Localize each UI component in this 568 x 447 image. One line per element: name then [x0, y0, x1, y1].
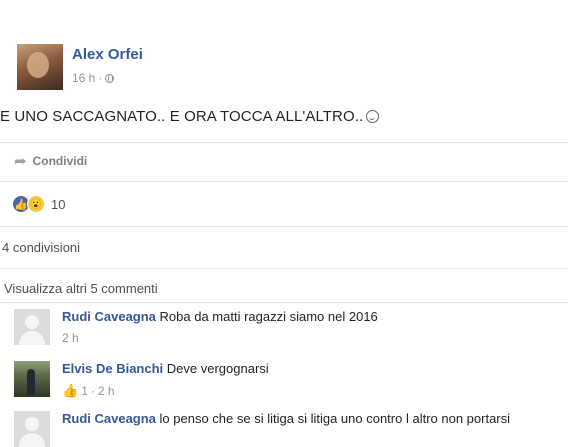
share-label: Condividi: [32, 154, 88, 168]
facebook-post: Alex Orfei 16 h · E UNO SACCAGNATO.. E O…: [0, 0, 568, 447]
post-text-content: E UNO SACCAGNATO.. E ORA TOCCA ALL'ALTRO…: [0, 108, 364, 125]
comment-text: Roba da matti ragazzi siamo nel 2016: [159, 309, 378, 324]
comment-author[interactable]: Elvis De Bianchi: [62, 361, 163, 376]
comment-line: Elvis De Bianchi Deve vergognarsi: [62, 361, 269, 376]
reactions-summary[interactable]: 👍 😮 10: [12, 195, 65, 213]
comment-meta: 👍 1 · 2 h: [62, 383, 115, 399]
post-time[interactable]: 16 h: [72, 71, 95, 85]
comment: Rudi Caveagna lo penso che se si litiga …: [14, 411, 568, 447]
post-meta: 16 h ·: [72, 71, 115, 85]
divider: [0, 142, 568, 143]
comment-like-count[interactable]: 1: [81, 384, 88, 398]
comment-meta: 2 h: [62, 331, 79, 345]
comment-text: Deve vergognarsi: [166, 361, 269, 376]
commenter-avatar[interactable]: [14, 361, 50, 397]
meta-separator: ·: [90, 384, 95, 398]
divider: [0, 226, 568, 227]
shares-count[interactable]: 4 condivisioni: [2, 240, 80, 255]
commenter-avatar[interactable]: [14, 411, 50, 447]
wow-icon: 😮: [27, 195, 45, 213]
divider: [0, 302, 568, 303]
view-more-comments-link[interactable]: Visualizza altri 5 commenti: [4, 281, 158, 296]
meta-separator: ·: [98, 71, 103, 85]
comment-line: Rudi Caveagna Roba da matti ragazzi siam…: [62, 309, 378, 324]
like-icon: 👍: [62, 383, 79, 398]
reaction-count: 10: [51, 196, 66, 212]
comment: Rudi Caveagna Roba da matti ragazzi siam…: [14, 309, 568, 353]
comment: Elvis De Bianchi Deve vergognarsi 👍 1 · …: [14, 361, 568, 405]
comment-line: Rudi Caveagna lo penso che se si litiga …: [62, 411, 510, 426]
smile-icon: [366, 110, 380, 123]
globe-icon[interactable]: [105, 73, 115, 83]
comment-text: lo penso che se si litiga si litiga uno …: [159, 411, 511, 426]
comment-author[interactable]: Rudi Caveagna: [62, 411, 156, 426]
comment-author[interactable]: Rudi Caveagna: [62, 309, 156, 324]
divider: [0, 268, 568, 269]
share-arrow-icon: ➦: [14, 153, 27, 170]
divider: [0, 181, 568, 182]
commenter-avatar[interactable]: [14, 309, 50, 345]
comment-time[interactable]: 2 h: [62, 331, 79, 345]
post-text: E UNO SACCAGNATO.. E ORA TOCCA ALL'ALTRO…: [0, 108, 380, 125]
comment-time[interactable]: 2 h: [98, 384, 115, 398]
share-button[interactable]: ➦ Condividi: [14, 152, 87, 170]
author-avatar[interactable]: [17, 44, 63, 90]
author-name[interactable]: Alex Orfei: [72, 46, 143, 63]
